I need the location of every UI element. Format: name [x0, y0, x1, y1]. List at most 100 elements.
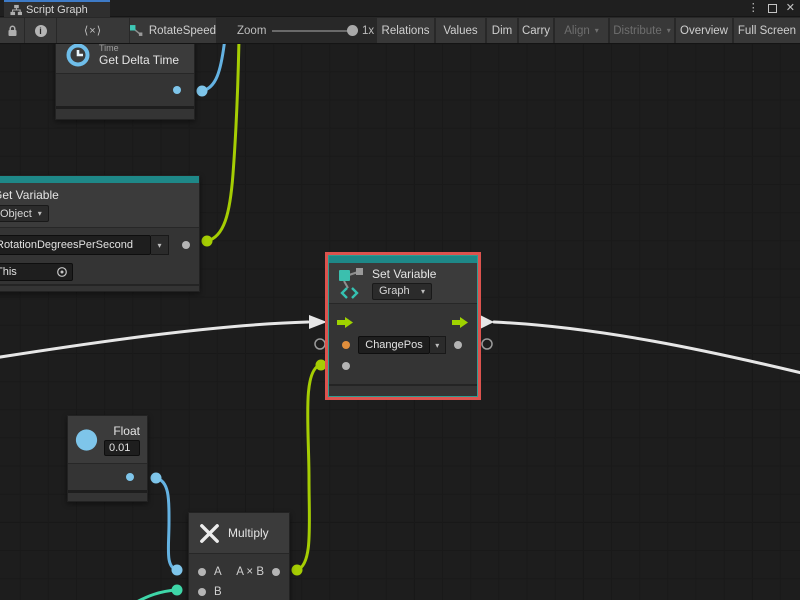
node-footer	[329, 384, 477, 396]
code-icon: ⟨×⟩	[84, 24, 102, 37]
node-footer	[68, 490, 147, 501]
float-icon	[75, 427, 98, 453]
multiply-icon	[198, 522, 221, 545]
zoom-slider-handle[interactable]	[347, 25, 358, 36]
unity-script-graph-window: Script Graph ⋮ ✕ i ⟨×⟩ RotateS	[0, 0, 800, 600]
flow-input-port[interactable]	[337, 317, 354, 328]
info-button[interactable]: i	[25, 18, 56, 43]
graph-breadcrumb[interactable]: RotateSpeed	[130, 18, 216, 43]
variable-name-caret[interactable]: ▾	[151, 235, 169, 255]
graph-canvas[interactable]: Time Get Delta Time Get Variable Object …	[0, 44, 800, 600]
dropdown-caret-icon: ▾	[421, 287, 425, 296]
multiply-result-wire[interactable]	[297, 365, 320, 570]
graph-name: RotateSpeed	[149, 25, 216, 37]
empty-socket[interactable]	[315, 339, 325, 349]
tab-script-graph[interactable]: Script Graph	[4, 0, 110, 17]
delta-time-wire[interactable]	[202, 44, 225, 91]
port-label: B	[214, 586, 222, 598]
wire-endpoint[interactable]	[172, 565, 183, 576]
flow-arrowhead	[309, 315, 327, 329]
wire-endpoint[interactable]	[316, 360, 327, 371]
flow-wire-left[interactable]	[0, 322, 308, 358]
maximize-icon[interactable]	[768, 4, 777, 13]
variable-name-caret[interactable]: ▾	[430, 336, 446, 354]
node-get-delta-time[interactable]: Time Get Delta Time	[55, 44, 195, 120]
graph-toolbar: i ⟨×⟩ RotateSpeed Zoom 1x Relations Valu…	[0, 17, 800, 44]
distribute-button[interactable]: Distribute▾	[610, 18, 674, 43]
align-button[interactable]: Align▾	[555, 18, 608, 43]
script-graph-icon	[130, 25, 143, 37]
multiply-b-wire[interactable]	[133, 590, 177, 600]
variable-accent-bar	[329, 256, 477, 263]
tab-label: Script Graph	[26, 4, 88, 16]
result-output-port[interactable]	[272, 568, 280, 576]
node-header: Get Variable Object ▾	[0, 183, 199, 228]
node-set-variable[interactable]: Set Variable Graph ▾	[328, 255, 478, 397]
wire-endpoint[interactable]	[172, 585, 183, 596]
node-title: Multiply	[228, 526, 269, 540]
node-header: Time Get Delta Time	[56, 44, 194, 74]
node-ports: A A × B B	[189, 554, 289, 600]
node-title: Get Variable	[0, 188, 59, 202]
set-variable-icon	[338, 267, 364, 300]
flow-arrowhead	[480, 315, 494, 329]
float-wire[interactable]	[156, 478, 177, 570]
variable-accent-bar	[0, 176, 199, 183]
output-port[interactable]	[173, 86, 181, 94]
flow-wire-right[interactable]	[494, 322, 800, 374]
node-footer	[0, 284, 199, 291]
node-title: Get Delta Time	[99, 53, 179, 67]
fullscreen-button[interactable]: Full Screen	[734, 18, 800, 43]
close-icon[interactable]: ✕	[786, 0, 795, 17]
target-object-field[interactable]: This	[0, 263, 73, 281]
node-ports: RotationDegreesPerSecond ▾ This	[0, 228, 199, 284]
wire-endpoint[interactable]	[292, 565, 303, 576]
node-ports	[68, 464, 147, 490]
node-header: Set Variable Graph ▾	[329, 263, 477, 304]
tab-bar: Script Graph ⋮ ✕	[0, 0, 800, 17]
input-port-a[interactable]	[198, 568, 206, 576]
value-output-port[interactable]	[182, 241, 190, 249]
node-kicker: Time	[99, 44, 179, 53]
node-multiply[interactable]: Multiply A A × B B	[188, 512, 290, 600]
object-picker-icon[interactable]	[56, 266, 68, 278]
window-controls: ⋮ ✕	[748, 0, 795, 17]
zoom-slider[interactable]	[272, 30, 354, 32]
node-header: Multiply	[189, 513, 289, 554]
node-float[interactable]: Float 0.01	[67, 415, 148, 502]
value-input-port[interactable]	[342, 341, 350, 349]
lock-icon	[7, 25, 18, 37]
dim-button[interactable]: Dim	[487, 18, 517, 43]
node-header: Float 0.01	[68, 416, 147, 464]
dropdown-caret-icon: ▾	[38, 209, 42, 218]
zoom-label: Zoom	[237, 17, 266, 44]
empty-socket[interactable]	[482, 339, 492, 349]
wire-endpoint[interactable]	[151, 473, 162, 484]
lock-button[interactable]	[0, 18, 24, 43]
value-input-port-2[interactable]	[342, 362, 350, 370]
relations-button[interactable]: Relations	[377, 18, 434, 43]
dropdown-caret-icon: ▾	[595, 26, 599, 35]
get-variable-wire[interactable]	[207, 44, 239, 241]
info-icon: i	[35, 25, 47, 37]
values-button[interactable]: Values	[436, 18, 485, 43]
float-value-input[interactable]: 0.01	[104, 440, 140, 456]
wire-endpoint[interactable]	[197, 86, 208, 97]
flow-output-port[interactable]	[452, 317, 469, 328]
variable-scope-select[interactable]: Object ▾	[0, 205, 49, 222]
variable-name-select[interactable]: ChangePos	[358, 336, 430, 354]
variable-scope-select[interactable]: Graph ▾	[372, 283, 432, 300]
carry-button[interactable]: Carry	[519, 18, 553, 43]
variable-name-field[interactable]: RotationDegreesPerSecond	[0, 235, 151, 255]
input-port-b[interactable]	[198, 588, 206, 596]
node-get-variable[interactable]: Get Variable Object ▾ RotationDegreesPer…	[0, 175, 200, 292]
value-output-port[interactable]	[454, 341, 462, 349]
code-preview-button[interactable]: ⟨×⟩	[57, 18, 129, 43]
overview-button[interactable]: Overview	[676, 18, 732, 43]
dropdown-caret-icon: ▾	[667, 26, 671, 35]
node-ports: ChangePos ▾	[329, 310, 477, 384]
menu-icon[interactable]: ⋮	[748, 0, 759, 17]
output-port[interactable]	[126, 473, 134, 481]
wire-endpoint[interactable]	[202, 236, 213, 247]
node-title: Float	[104, 424, 140, 438]
